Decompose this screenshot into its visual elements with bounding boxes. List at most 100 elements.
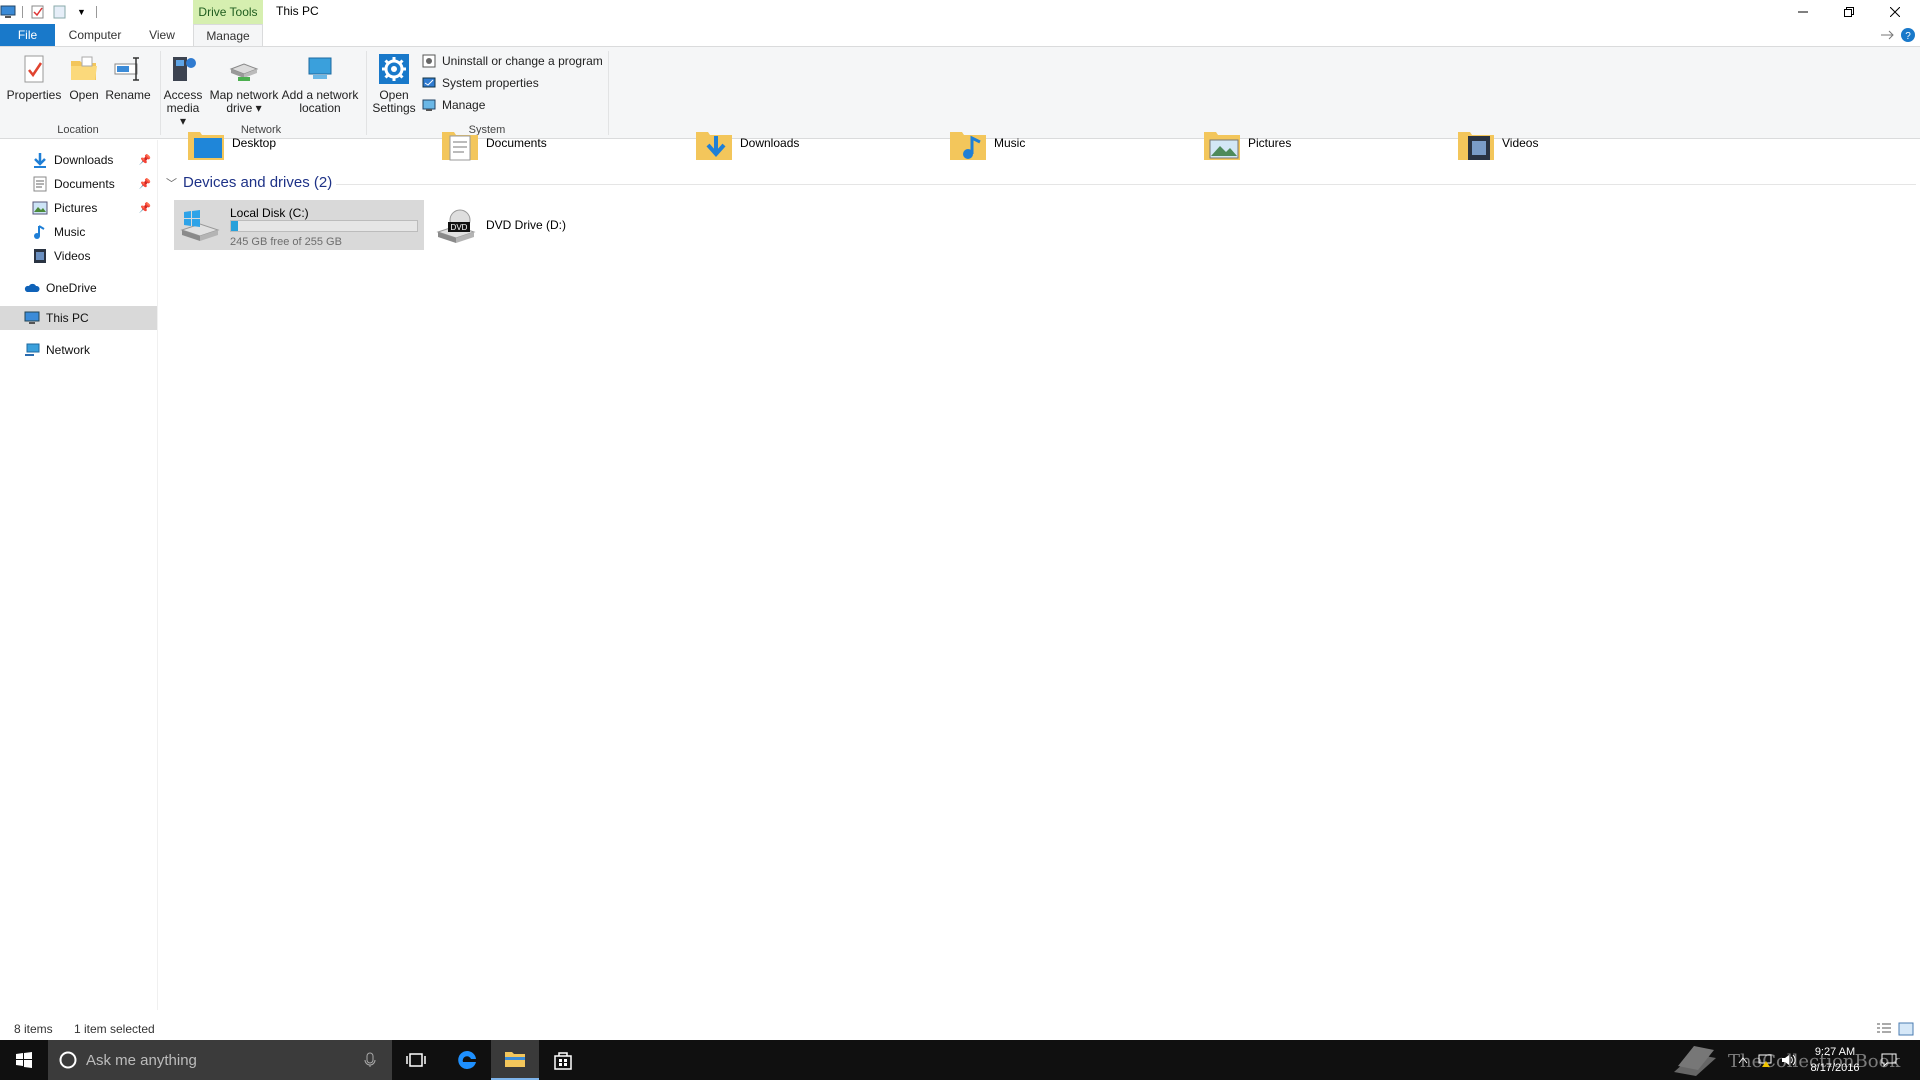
nav-item-onedrive[interactable]: OneDrive [0,276,157,300]
details-view-icon[interactable] [1876,1022,1892,1036]
tab-manage[interactable]: Manage [193,24,263,47]
nav-item-downloads[interactable]: Downloads 📌 [0,148,157,172]
folder-videos[interactable]: Videos [1456,130,1538,162]
open-folder-icon [71,56,97,80]
nav-label: Network [46,343,91,357]
music-note-icon [34,225,45,239]
group-location-label: Location [57,124,99,136]
manage-icon [422,99,436,111]
microphone-icon[interactable] [364,1052,376,1068]
pin-icon[interactable]: 📌 [139,179,151,190]
nav-item-pictures[interactable]: Pictures 📌 [0,196,157,220]
devices-group-header[interactable]: ﹀ Devices and drives (2) [166,174,332,191]
videos-icon [34,249,46,263]
notification-icon [1881,1053,1897,1067]
drive-usage-bar [230,220,418,232]
pin-icon[interactable]: 📌 [139,203,151,214]
clock[interactable]: 9:27 AM 8/17/2016 [1800,1044,1870,1076]
drive-free-space: 245 GB free of 255 GB [230,236,342,248]
search-box[interactable]: Ask me anything [48,1040,392,1080]
system-properties-button[interactable]: System properties [422,74,539,92]
action-center-button[interactable] [1874,1040,1904,1080]
close-button[interactable] [1872,0,1918,24]
help-icon[interactable]: ? [1900,27,1916,43]
pictures-icon [32,201,48,215]
properties-label: Properties [6,88,62,102]
folder-documents[interactable]: Documents [440,130,547,162]
tab-file[interactable]: File [0,24,55,46]
window-title: This PC [276,4,319,18]
large-icons-view-icon[interactable] [1898,1022,1914,1036]
pin-icon[interactable]: 📌 [139,155,151,166]
folder-label: Videos [1502,136,1539,150]
documents-folder-icon [442,132,478,161]
new-folder-quick-icon[interactable] [53,5,67,19]
network-icon [25,343,40,356]
map-network-drive-button[interactable]: Map network drive ▾ [206,53,282,115]
nav-item-network[interactable]: Network [0,338,157,362]
desktop-folder-icon [188,132,224,160]
folder-downloads[interactable]: Downloads [694,130,799,162]
nav-label: Downloads [54,153,114,167]
nav-label: Videos [54,249,91,263]
nav-item-this-pc[interactable]: This PC [0,306,157,330]
network-warning-icon [1758,1054,1772,1067]
title-bar: ▼ Drive Tools This PC [0,0,1920,24]
store-button[interactable] [539,1040,587,1080]
nav-item-videos[interactable]: Videos [0,244,157,268]
tab-computer[interactable]: Computer [62,24,128,46]
volume-button[interactable] [1778,1040,1800,1080]
folder-pictures[interactable]: Pictures [1202,130,1291,162]
download-arrow-icon [34,153,46,168]
taskbar: Ask me anything TheCollectionBook 9:27 A… [0,1040,1920,1080]
uninstall-icon [422,54,436,68]
folder-label: Documents [486,136,547,150]
access-media-button[interactable]: Access media ▾ [162,53,204,128]
onedrive-cloud-icon [24,283,40,292]
nav-item-music[interactable]: Music [0,220,157,244]
expand-ribbon-icon[interactable] [1880,30,1894,40]
task-view-icon [406,1053,426,1067]
tab-view[interactable]: View [138,24,186,46]
properties-quick-icon[interactable] [31,5,45,19]
folder-music[interactable]: Music [948,130,1025,162]
properties-button[interactable]: Properties [6,53,62,102]
videos-folder-icon [1458,132,1494,160]
task-view-button[interactable] [392,1040,440,1080]
gear-icon [379,54,409,84]
drive-tools-contextual-label: Drive Tools [193,0,263,24]
item-count: 8 items [14,1022,53,1036]
customize-quick-access-icon[interactable]: ▼ [77,7,86,17]
group-separator [608,51,609,135]
drive-local-disk-c[interactable]: Local Disk (C:) 245 GB free of 255 GB [174,200,424,250]
manage-button[interactable]: Manage [422,96,485,114]
cortana-icon [59,1051,77,1069]
windows-drive-icon [180,210,220,241]
drive-dvd-d[interactable]: DVD DVD Drive (D:) [430,200,630,250]
edge-button[interactable] [443,1040,491,1080]
minimize-button[interactable] [1780,0,1826,24]
uninstall-program-button[interactable]: Uninstall or change a program [422,52,603,70]
windows-logo-icon [16,1052,32,1068]
nav-label: OneDrive [46,281,97,295]
ribbon-tabs: File Computer View Manage ? [0,24,1920,47]
show-hidden-icons-button[interactable] [1736,1040,1750,1080]
uninstall-program-label: Uninstall or change a program [442,54,603,68]
chevron-down-icon[interactable]: ﹀ [166,175,177,191]
open-button[interactable]: Open [66,53,102,102]
edge-icon [458,1050,476,1069]
drive-name: DVD Drive (D:) [486,218,566,232]
nav-item-documents[interactable]: Documents 📌 [0,172,157,196]
folder-label: Desktop [232,136,277,150]
folder-desktop[interactable]: Desktop [186,130,276,162]
file-explorer-button[interactable] [491,1040,539,1080]
restore-button[interactable] [1826,0,1872,24]
start-button[interactable] [0,1040,48,1080]
open-settings-button[interactable]: Open Settings [372,53,416,115]
rename-button[interactable]: Rename [105,53,151,102]
network-status-button[interactable] [1754,1040,1776,1080]
add-network-location-button[interactable]: Add a network location [280,53,360,115]
close-icon [1890,7,1900,17]
folder-label: Downloads [740,136,800,150]
restore-icon [1844,7,1854,17]
